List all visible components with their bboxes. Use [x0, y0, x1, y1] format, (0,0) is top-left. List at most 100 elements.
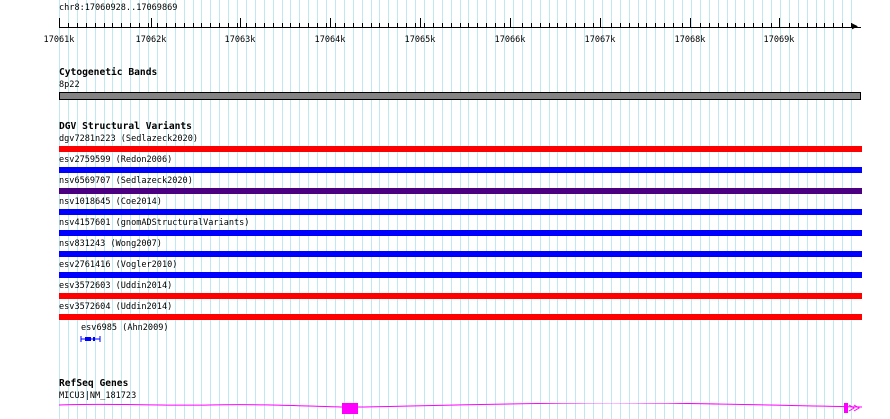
ruler-major-tick	[510, 18, 511, 28]
ruler-minor-tick	[771, 23, 772, 28]
ruler-minor-tick	[246, 23, 247, 28]
ruler-minor-tick	[344, 23, 345, 28]
ruler-minor-tick	[388, 23, 389, 28]
ruler-minor-tick	[362, 23, 363, 28]
sv-feature-bar[interactable]	[59, 188, 862, 194]
ruler-minor-tick	[646, 23, 647, 28]
sv-feature-label: esv3572604 (Uddin2014)	[59, 302, 173, 312]
cytoband-label: 8p22	[59, 80, 80, 90]
ruler-minor-tick	[77, 23, 78, 28]
gene-label: MICU3|NM_181723	[59, 391, 137, 401]
genome-browser-view[interactable]: chr8:17060928..17069869 17061k 17062k 1706…	[0, 0, 890, 419]
ruler-minor-tick	[442, 23, 443, 28]
ruler-minor-tick	[201, 23, 202, 28]
ruler-minor-tick	[460, 23, 461, 28]
ruler-major-tick	[151, 18, 152, 28]
ruler-minor-tick	[593, 23, 594, 28]
ruler-major-tick	[330, 18, 331, 28]
ruler-minor-tick	[486, 23, 487, 28]
ruler-minor-tick	[379, 23, 380, 28]
ruler-minor-tick	[824, 23, 825, 28]
ruler-minor-tick	[433, 23, 434, 28]
ruler-minor-tick	[166, 23, 167, 28]
ruler-minor-tick	[638, 23, 639, 28]
location-label: chr8:17060928..17069869	[59, 3, 178, 13]
ruler-minor-tick	[682, 23, 683, 28]
ruler-minor-tick	[673, 23, 674, 28]
ruler-minor-tick	[148, 23, 149, 28]
ruler-minor-tick	[477, 23, 478, 28]
sv-feature-label: nsv1018645 (Coe2014)	[59, 197, 162, 207]
cytoband-feature[interactable]	[59, 92, 861, 100]
sv-feature-label: nsv831243 (Wong2007)	[59, 239, 162, 249]
ruler-minor-tick	[620, 23, 621, 28]
ruler-major-tick	[600, 18, 601, 28]
ruler-minor-tick	[611, 23, 612, 28]
ruler-minor-tick	[326, 23, 327, 28]
ruler-major-tick	[240, 18, 241, 28]
sv-feature-label: esv2761416 (Vogler2010)	[59, 260, 178, 270]
ruler-tick-label: 17065k	[404, 35, 436, 45]
small-sv-feature[interactable]	[80, 336, 101, 342]
sv-feature-bar[interactable]	[59, 146, 862, 152]
ruler-tick-label: 17064k	[314, 35, 346, 45]
ruler-minor-tick	[655, 23, 656, 28]
ruler-minor-tick	[130, 23, 131, 28]
track-title-cytogenetic-bands: Cytogenetic Bands	[59, 67, 158, 78]
ruler-minor-tick	[282, 23, 283, 28]
ruler-minor-tick	[255, 23, 256, 28]
ruler-minor-tick	[86, 23, 87, 28]
ruler-minor-tick	[495, 23, 496, 28]
ruler-minor-tick	[184, 23, 185, 28]
ruler-minor-tick	[219, 23, 220, 28]
ruler-minor-tick	[406, 23, 407, 28]
ruler-minor-tick	[95, 23, 96, 28]
ruler-tick-label: 17067k	[584, 35, 616, 45]
ruler-minor-tick	[557, 23, 558, 28]
ruler-minor-tick	[549, 23, 550, 28]
ruler-minor-tick	[353, 23, 354, 28]
ruler-major-tick	[690, 18, 691, 28]
ruler-minor-tick	[157, 23, 158, 28]
small-sv-label: esv6985 (Ahn2009)	[81, 323, 169, 333]
ruler-tick-label: 17066k	[494, 35, 526, 45]
ruler-minor-tick	[121, 23, 122, 28]
ruler-tick-label: 17063k	[224, 35, 256, 45]
ruler-minor-tick	[112, 23, 113, 28]
ruler-minor-tick	[290, 23, 291, 28]
ruler-minor-tick	[522, 23, 523, 28]
ruler-tick-label: 17069k	[763, 35, 795, 45]
ruler-minor-tick	[807, 23, 808, 28]
ruler-minor-tick	[798, 23, 799, 28]
track-title-dgv-structural-variants: DGV Structural Variants	[59, 121, 192, 132]
ruler-minor-tick	[371, 23, 372, 28]
sv-feature-bar[interactable]	[59, 314, 862, 320]
sv-feature-label: esv3572603 (Uddin2014)	[59, 281, 173, 291]
ruler-minor-tick	[629, 23, 630, 28]
ruler-minor-tick	[237, 23, 238, 28]
ruler-minor-tick	[308, 23, 309, 28]
sv-feature-bar[interactable]	[59, 251, 862, 257]
sv-feature-bar[interactable]	[59, 167, 862, 173]
sv-feature-bar[interactable]	[59, 272, 862, 278]
ruler-minor-tick	[175, 23, 176, 28]
sv-feature-label: dgv7281n223 (Sedlazeck2020)	[59, 134, 198, 144]
ruler-minor-tick	[193, 23, 194, 28]
ruler-minor-tick	[299, 23, 300, 28]
refseq-gene-feature[interactable]	[59, 403, 862, 419]
ruler-minor-tick	[451, 23, 452, 28]
ruler-minor-tick	[727, 23, 728, 28]
sv-feature-bar[interactable]	[59, 209, 862, 215]
ruler-minor-tick	[228, 23, 229, 28]
sv-feature-label: nsv6569707 (Sedlazeck2020)	[59, 176, 193, 186]
ruler-major-tick	[59, 18, 60, 28]
ruler-minor-tick	[397, 23, 398, 28]
sv-feature-bar[interactable]	[59, 293, 862, 299]
ruler-tick-label: 17061k	[43, 35, 75, 45]
ruler-tick-label: 17062k	[135, 35, 167, 45]
sv-feature-bar[interactable]	[59, 230, 862, 236]
ruler-minor-tick	[540, 23, 541, 28]
ruler-minor-tick	[735, 23, 736, 28]
ruler-right-arrow-icon: ▶	[852, 21, 859, 32]
ruler-minor-tick	[415, 23, 416, 28]
